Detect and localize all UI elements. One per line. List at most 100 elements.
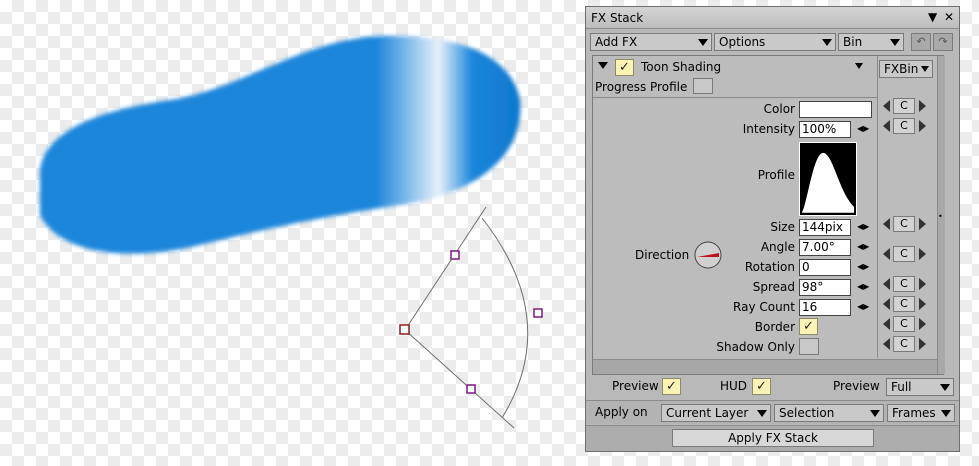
direction-guide (404, 206, 529, 429)
fx-stack-panel: FX Stack ▼ ✕ Add FX Options Bin ↶ ↷ ✓ To… (585, 6, 960, 452)
preview-mode-dropdown[interactable]: Full (886, 378, 954, 396)
progress-profile-label: Progress Profile (595, 80, 688, 94)
direction-c-button[interactable]: C (893, 246, 915, 262)
selection-value: Selection (779, 406, 835, 420)
add-fx-dropdown[interactable]: Add FX (590, 33, 712, 51)
fx-list: ✓ Toon Shading Progress Profile FXBin Co… (592, 55, 945, 375)
direction-label: Direction (635, 248, 690, 262)
preview-mode-value: Full (891, 380, 912, 394)
scroll-grip-icon[interactable]: • (938, 212, 943, 221)
fx-name: Toon Shading (641, 60, 722, 74)
prev-key-icon[interactable] (883, 120, 890, 132)
apply-on-label: Apply on (595, 405, 648, 419)
undo-icon[interactable]: ↶ (911, 33, 931, 51)
bin-label: Bin (843, 35, 863, 49)
size-c-button[interactable]: C (893, 216, 915, 232)
brush-stroke (40, 35, 521, 254)
next-key-icon[interactable] (919, 318, 926, 330)
ray-count-field[interactable]: 16 (799, 299, 851, 316)
shadow-only-checkbox[interactable] (799, 338, 819, 355)
fx-item-header: ✓ Toon Shading Progress Profile (593, 56, 877, 98)
intensity-field[interactable]: 100% (799, 121, 851, 138)
spread-handle[interactable] (533, 308, 543, 318)
color-label: Color (763, 102, 795, 116)
hud-checkbox[interactable]: ✓ (752, 378, 771, 395)
next-key-icon[interactable] (919, 248, 926, 260)
apply-fx-stack-button[interactable]: Apply FX Stack (672, 429, 874, 447)
color-c-button[interactable]: C (893, 98, 915, 114)
color-swatch[interactable] (799, 101, 872, 118)
border-c-button[interactable]: C (893, 316, 915, 332)
layer-dropdown[interactable]: Current Layer (661, 404, 771, 422)
intensity-label: Intensity (742, 122, 795, 136)
horizontal-scrollbar[interactable] (593, 359, 937, 374)
prev-key-icon[interactable] (883, 318, 890, 330)
next-key-icon[interactable] (919, 278, 926, 290)
frames-value: Frames (892, 406, 936, 420)
rotation-spinner[interactable]: ◀▶ (857, 262, 869, 272)
ray-count-label: Ray Count (733, 300, 795, 314)
expand-icon[interactable] (598, 62, 608, 69)
selection-dropdown[interactable]: Selection (774, 404, 884, 422)
size-spinner[interactable]: ◀▶ (857, 222, 869, 232)
preview-label: Preview (612, 379, 659, 393)
preview-bar: Preview ✓ HUD ✓ Preview Full (586, 376, 959, 398)
shadow-only-label: Shadow Only (716, 340, 795, 354)
options-label: Options (719, 35, 766, 49)
ray-count-c-button[interactable]: C (893, 296, 915, 312)
collapse-icon[interactable]: ▼ (928, 10, 937, 24)
border-label: Border (754, 320, 795, 334)
angle-spinner[interactable]: ◀▶ (857, 242, 869, 252)
size-field[interactable]: 144pix (799, 219, 851, 236)
fx-enabled-checkbox[interactable]: ✓ (615, 59, 634, 76)
rotation-handle-top[interactable] (450, 250, 460, 260)
shadow-only-c-button[interactable]: C (893, 336, 915, 352)
profile-label: Profile (757, 168, 795, 182)
prev-key-icon[interactable] (883, 218, 890, 230)
bin-dropdown[interactable]: Bin (838, 33, 904, 51)
fx-menu-icon[interactable] (855, 63, 863, 69)
size-label: Size (770, 220, 795, 234)
close-icon[interactable]: ✕ (944, 10, 954, 24)
next-key-icon[interactable] (919, 218, 926, 230)
redo-icon[interactable]: ↷ (933, 33, 953, 51)
column-divider (877, 56, 878, 358)
panel-titlebar[interactable]: FX Stack ▼ ✕ (586, 7, 959, 29)
spread-field[interactable]: 98° (799, 279, 851, 296)
next-key-icon[interactable] (919, 120, 926, 132)
prev-key-icon[interactable] (883, 248, 890, 260)
fxbin-dropdown[interactable]: FXBin (879, 60, 933, 78)
intensity-spinner[interactable]: ◀▶ (857, 124, 869, 134)
intensity-c-button[interactable]: C (893, 118, 915, 134)
rotation-field[interactable]: 0 (799, 259, 851, 276)
angle-field[interactable]: 7.00° (799, 239, 851, 256)
angle-label: Angle (760, 240, 795, 254)
border-checkbox[interactable]: ✓ (799, 318, 818, 335)
hud-label: HUD (720, 379, 748, 393)
keyframe-controls: C C C C C C C C (879, 98, 929, 358)
progress-profile-checkbox[interactable] (693, 78, 713, 94)
next-key-icon[interactable] (919, 298, 926, 310)
next-key-icon[interactable] (919, 100, 926, 112)
frames-dropdown[interactable]: Frames (887, 404, 955, 422)
prev-key-icon[interactable] (883, 338, 890, 350)
apply-bar: Apply FX Stack (586, 425, 959, 451)
origin-handle[interactable] (399, 324, 410, 335)
rotation-label: Rotation (744, 260, 795, 274)
prev-key-icon[interactable] (883, 100, 890, 112)
options-dropdown[interactable]: Options (714, 33, 836, 51)
prev-key-icon[interactable] (883, 298, 890, 310)
spread-label: Spread (752, 280, 795, 294)
prev-key-icon[interactable] (883, 278, 890, 290)
apply-on-bar: Apply on Current Layer Selection Frames (586, 400, 959, 424)
vertical-scrollbar[interactable]: • (937, 56, 945, 374)
rotation-handle-bottom[interactable] (466, 384, 476, 394)
ray-count-spinner[interactable]: ◀▶ (857, 302, 869, 312)
preview-checkbox[interactable]: ✓ (662, 378, 681, 395)
panel-toolbar: Add FX Options Bin ↶ ↷ (586, 30, 959, 54)
profile-curve-graph[interactable] (799, 142, 857, 216)
layer-value: Current Layer (666, 406, 749, 420)
spread-c-button[interactable]: C (893, 276, 915, 292)
spread-spinner[interactable]: ◀▶ (857, 282, 869, 292)
next-key-icon[interactable] (919, 338, 926, 350)
